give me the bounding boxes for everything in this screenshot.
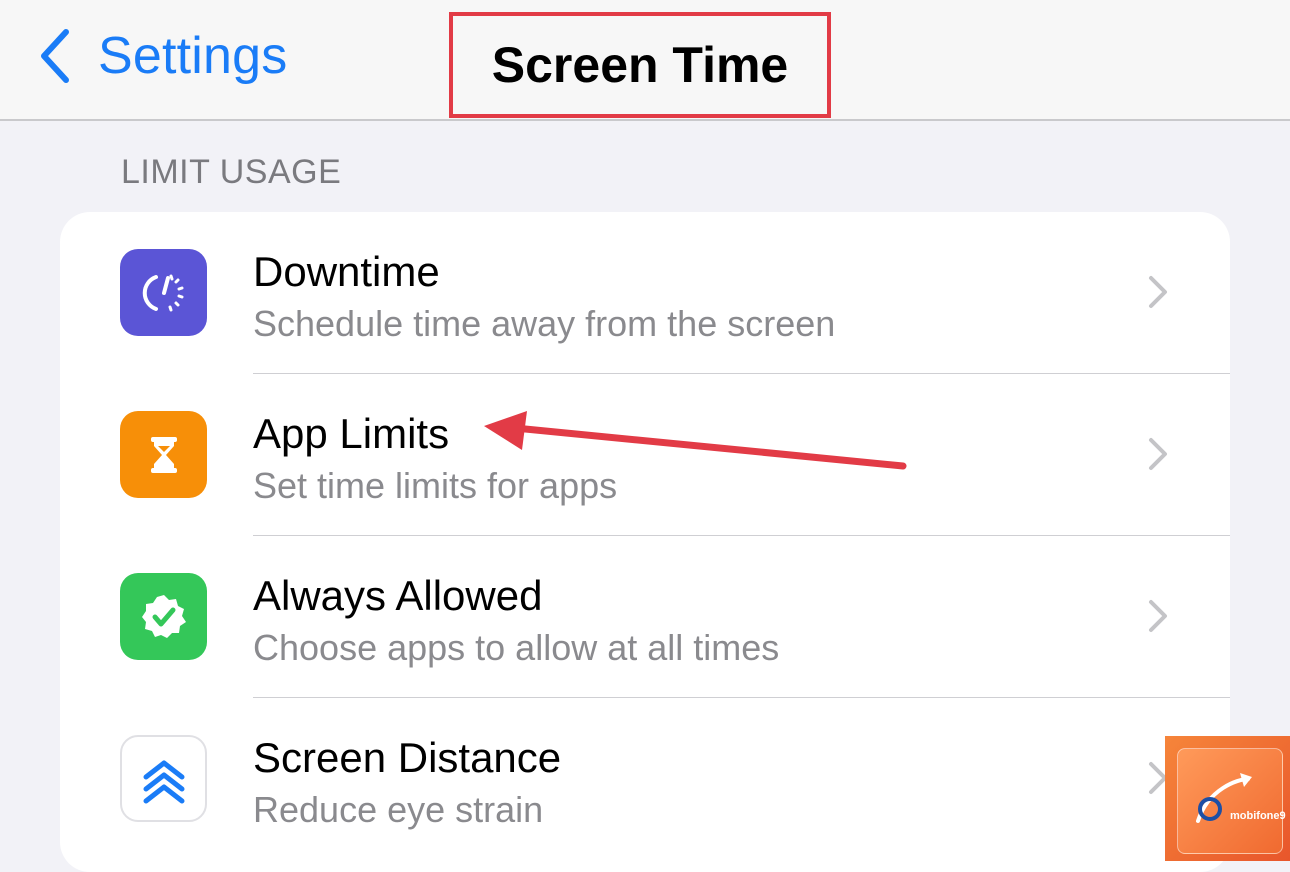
screen-distance-subtitle: Reduce eye strain [253, 789, 544, 830]
checkmark-badge-icon [120, 573, 207, 660]
chevron-right-icon [1149, 438, 1167, 470]
downtime-subtitle: Schedule time away from the screen [253, 303, 836, 344]
always-allowed-subtitle: Choose apps to allow at all times [253, 627, 780, 668]
navigation-bar: Settings Screen Time [0, 0, 1290, 121]
watermark-logo: mobifone9 [1165, 736, 1290, 861]
mobifone-logo-icon [1196, 773, 1252, 823]
downtime-icon [120, 249, 207, 336]
double-chevron-up-icon [120, 735, 207, 822]
list-item-app-limits[interactable]: App Limits Set time limits for apps [60, 374, 1230, 536]
downtime-title: Downtime [253, 248, 440, 295]
chevron-left-icon [41, 29, 69, 83]
watermark-brand: mobifone9 [1230, 810, 1286, 822]
section-header: LIMIT USAGE [121, 153, 342, 191]
hourglass-icon [120, 411, 207, 498]
title-highlight-box: Screen Time [449, 12, 831, 118]
list-item-always-allowed[interactable]: Always Allowed Choose apps to allow at a… [60, 536, 1230, 698]
chevron-right-icon [1149, 600, 1167, 632]
back-label: Settings [98, 27, 288, 85]
list-item-downtime[interactable]: Downtime Schedule time away from the scr… [60, 212, 1230, 374]
app-limits-subtitle: Set time limits for apps [253, 465, 618, 506]
back-button[interactable]: Settings [36, 24, 288, 88]
list-item-screen-distance[interactable]: Screen Distance Reduce eye strain [60, 698, 1230, 860]
always-allowed-title: Always Allowed [253, 572, 543, 619]
page-title: Screen Time [491, 37, 789, 93]
app-limits-title: App Limits [253, 410, 450, 457]
chevron-right-icon [1149, 276, 1167, 308]
limit-usage-list: Downtime Schedule time away from the scr… [60, 212, 1230, 872]
screen-distance-title: Screen Distance [253, 734, 562, 781]
